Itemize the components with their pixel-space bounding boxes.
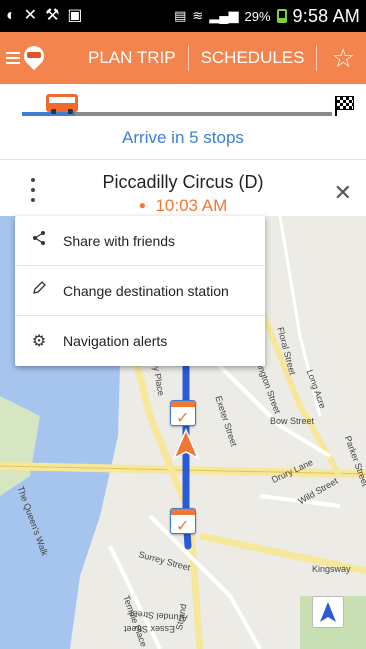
menu-item-share[interactable]: Share with friends: [15, 216, 265, 266]
street-label: Essex Street: [124, 624, 176, 634]
close-icon[interactable]: ✕: [334, 180, 352, 206]
arrive-text: Arrive in 5 stops: [122, 128, 244, 147]
arrival-time: ● 10:03 AM: [0, 196, 366, 216]
drawer-icon[interactable]: [6, 52, 20, 64]
bus-icon: [46, 94, 78, 114]
tab-divider: [316, 45, 318, 71]
stop-marker-icon[interactable]: ✓: [170, 508, 196, 535]
notification-icon: ◐: [6, 7, 16, 24]
mute-icon: ▤: [174, 8, 187, 23]
stop-marker-icon[interactable]: ✓: [170, 400, 196, 427]
wifi-icon: ≋: [192, 8, 204, 23]
menu-item-change-destination[interactable]: Change destination station: [15, 266, 265, 316]
station-row: Piccadilly Circus (D) ● 10:03 AM ✕: [0, 160, 366, 216]
trip-progress: Arrive in 5 stops: [0, 84, 366, 160]
tools-icon: ⚒: [45, 7, 60, 24]
tab-schedules[interactable]: SCHEDULES: [189, 48, 317, 68]
battery-icon: [276, 9, 287, 23]
current-location-arrow-icon: [172, 428, 200, 460]
clock: 9:58 AM: [292, 5, 360, 26]
compass-button[interactable]: [312, 596, 344, 628]
pencil-icon: [15, 280, 63, 301]
arrival-time-text: 10:03 AM: [155, 196, 228, 215]
street-label: Kingsway: [312, 564, 351, 574]
tab-plan-trip[interactable]: PLAN TRIP: [76, 48, 188, 68]
options-popup-menu: Share with friends Change destination st…: [15, 216, 265, 366]
status-indicators: ▤ ≋ ▂▄▆ 29% 9:58 AM: [174, 6, 360, 27]
missed-call-icon: ✕: [23, 7, 38, 24]
favorite-star-icon[interactable]: ☆: [323, 43, 362, 74]
menu-item-navigation-alerts[interactable]: ⚙ Navigation alerts: [15, 316, 265, 366]
signal-icon: ▂▄▆: [209, 8, 239, 23]
status-bar: ◐ ✕ ⚒ ▣ ▤ ≋ ▂▄▆ 29% 9:58 AM: [0, 0, 366, 32]
dot-icon: ●: [138, 198, 146, 212]
battery-percent: 29%: [244, 8, 271, 24]
image-icon: ▣: [67, 7, 83, 24]
app-bar: PLAN TRIP SCHEDULES ☆: [0, 32, 366, 84]
share-icon: [15, 230, 63, 251]
finish-flag-icon: [336, 96, 354, 110]
notification-icons: ◐ ✕ ⚒ ▣: [6, 8, 83, 24]
menu-item-label: Navigation alerts: [63, 333, 168, 349]
menu-item-label: Change destination station: [63, 282, 229, 299]
gear-icon: ⚙: [31, 333, 47, 350]
menu-item-label: Share with friends: [63, 232, 176, 249]
navigation-arrow-icon: [320, 602, 336, 622]
station-name: Piccadilly Circus (D): [102, 172, 264, 192]
app-logo[interactable]: [19, 41, 49, 72]
street-label: Bow Street: [270, 416, 315, 426]
